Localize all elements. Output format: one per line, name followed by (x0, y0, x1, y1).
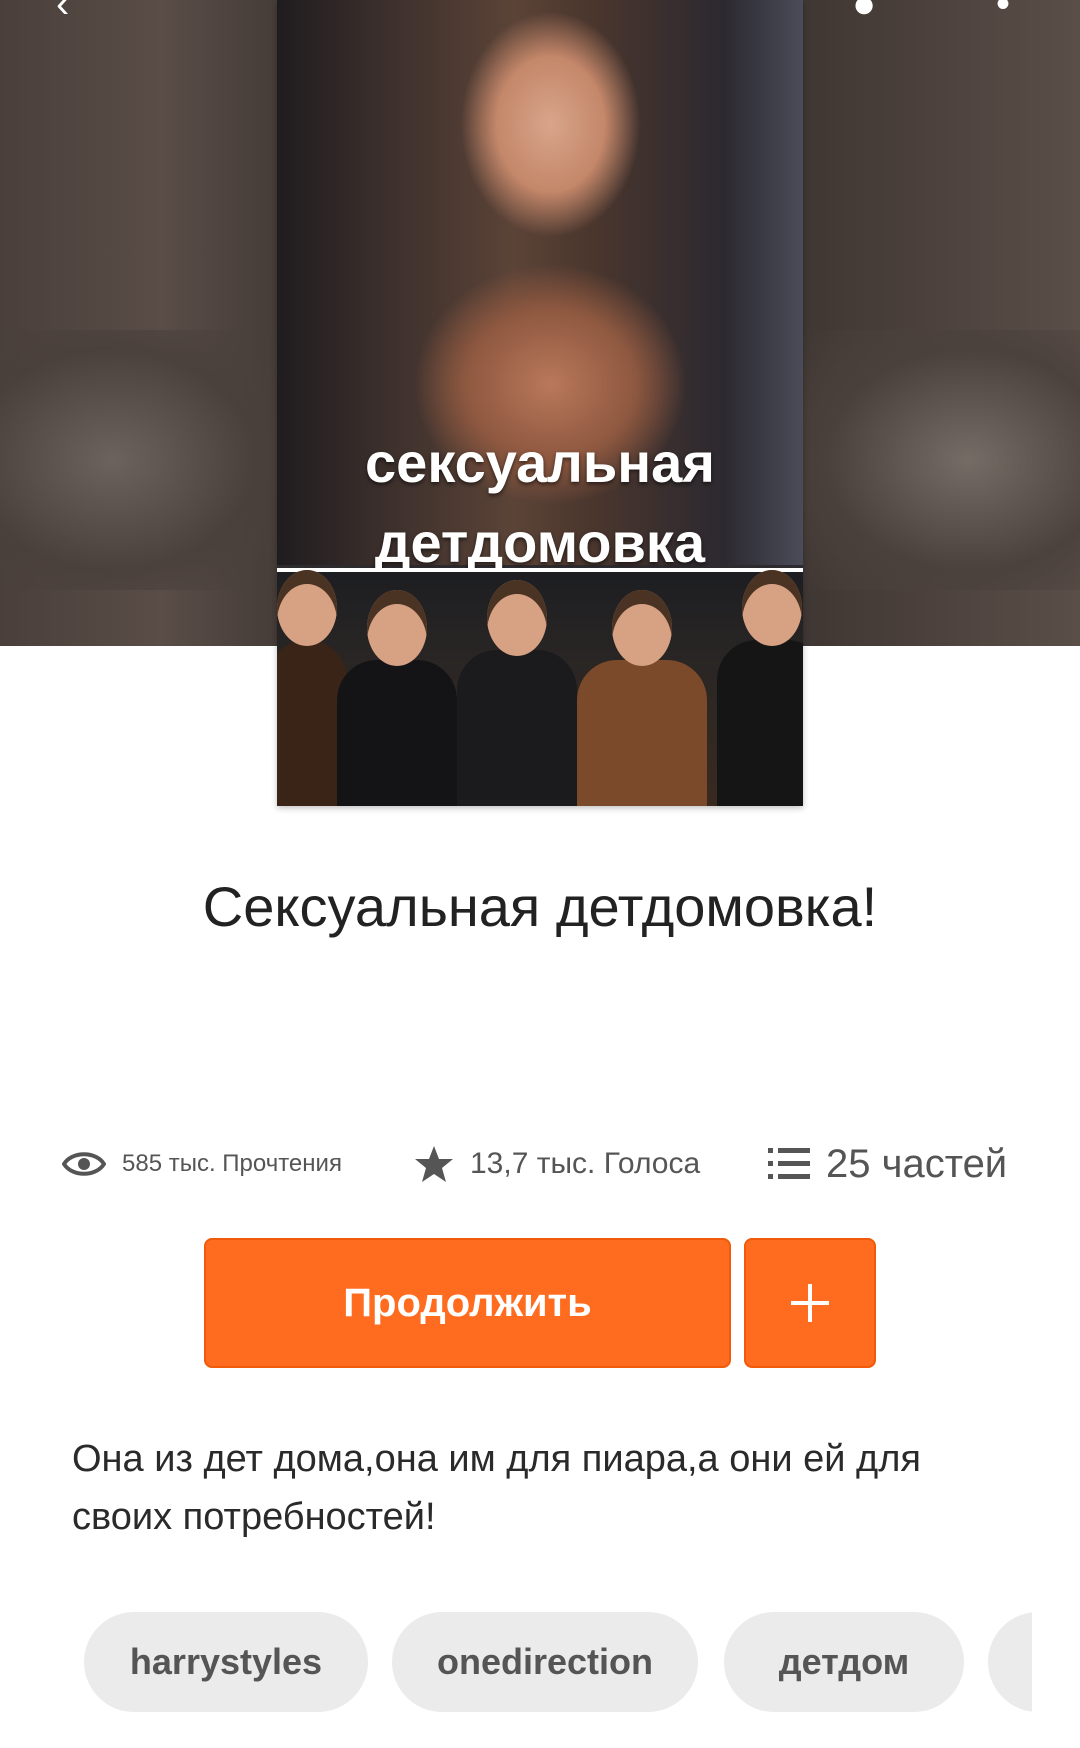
parts-count: 25 частей (826, 1141, 1008, 1186)
story-cover: сексуальная детдомовка (277, 0, 803, 806)
parts-stat[interactable]: 25 частей (768, 1140, 1007, 1188)
tag-chip[interactable]: детдом (724, 1612, 964, 1712)
more-vert-icon[interactable]: • (996, 0, 1010, 27)
reads-stat: 585 тыс. Прочтения (62, 1140, 342, 1188)
plus-icon (791, 1284, 829, 1322)
eye-icon (62, 1148, 106, 1180)
story-title: Сексуальная детдомовка! (202, 875, 878, 938)
cover-title-line1: сексуальная (365, 431, 715, 494)
list-icon (768, 1146, 810, 1182)
reads-count: 585 тыс. Прочтения (122, 1150, 342, 1177)
votes-stat: 13,7 тыс. Голоса (414, 1140, 700, 1188)
cover-person (457, 580, 577, 806)
votes-count: 13,7 тыс. Голоса (470, 1147, 701, 1180)
tag-chip-partial[interactable] (988, 1612, 1032, 1712)
cover-person (717, 570, 803, 806)
tag-chip[interactable]: onedirection (392, 1612, 698, 1712)
tag-list: harrystyles onedirection детдом (84, 1612, 1032, 1712)
back-arrow-icon[interactable]: ‹ (56, 0, 69, 27)
header-blur-right (800, 330, 1080, 590)
cover-photo-bottom (277, 568, 803, 806)
header-blur-left (0, 330, 280, 590)
star-icon (414, 1144, 454, 1184)
continue-reading-button[interactable]: Продолжить (204, 1238, 731, 1368)
story-description: Она из дет дома,она им для пиара,а они е… (72, 1438, 921, 1538)
share-icon[interactable]: ● (852, 0, 876, 27)
cover-person (337, 590, 457, 806)
add-to-library-button[interactable] (744, 1238, 876, 1368)
cover-person (577, 590, 707, 806)
tag-chip[interactable]: harrystyles (84, 1612, 368, 1712)
